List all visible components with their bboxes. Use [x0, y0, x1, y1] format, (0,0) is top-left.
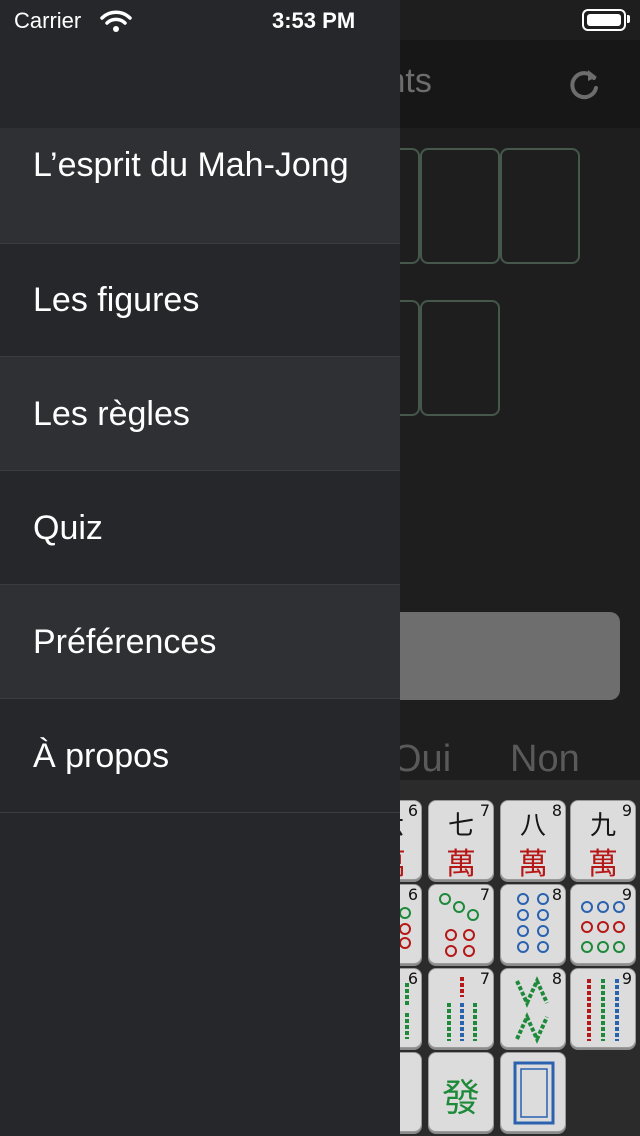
menu-item-esprit[interactable]: L’esprit du Mah-Jong: [0, 128, 400, 244]
menu-item-label: Les règles: [33, 395, 190, 433]
menu-item-preferences[interactable]: Préférences: [0, 585, 400, 699]
circles-icon: [581, 901, 625, 953]
tile-glyph: 八: [519, 811, 546, 841]
tile-bamboo-7[interactable]: 7: [428, 968, 494, 1048]
tile-bamboo-9[interactable]: 9: [570, 968, 636, 1048]
bamboo-icon: [587, 979, 619, 1041]
tile-glyph: 九: [589, 811, 616, 841]
tile-palette: 6 六 萬 7 七 萬 8 八 萬 9 九 萬 6: [360, 780, 640, 1136]
menu-item-label: Quiz: [33, 509, 103, 547]
circles-icon: [517, 893, 549, 953]
tile-slot[interactable]: [500, 148, 580, 264]
menu-item-a-propos[interactable]: À propos: [0, 699, 400, 813]
white-dragon-frame-icon: [513, 1061, 555, 1125]
battery-icon: [582, 9, 626, 31]
tile-character-7[interactable]: 7 七 萬: [428, 800, 494, 880]
tile-green-dragon[interactable]: 發: [428, 1052, 494, 1132]
background-action-button[interactable]: [380, 612, 620, 700]
wan-glyph: 萬: [518, 847, 548, 880]
refresh-icon[interactable]: [566, 66, 602, 102]
circles-icon: [439, 893, 479, 957]
tile-character-9[interactable]: 9 九 萬: [570, 800, 636, 880]
tile-glyph: 七: [447, 811, 474, 841]
tile-slot[interactable]: [420, 300, 500, 416]
battery-tip: [627, 15, 630, 23]
menu-item-figures[interactable]: Les figures: [0, 244, 400, 357]
tile-circle-8[interactable]: 8: [500, 884, 566, 964]
status-time: 3:53 PM: [272, 8, 356, 33]
answer-yes-button[interactable]: Oui: [392, 738, 451, 781]
bamboo-icon: [447, 977, 477, 1041]
menu-item-label: À propos: [33, 737, 170, 775]
tile-white-dragon[interactable]: [500, 1052, 566, 1132]
menu-item-label: Préférences: [33, 623, 217, 661]
tile-slot[interactable]: [420, 148, 500, 264]
bamboo-icon: [515, 976, 549, 1044]
menu-item-label: Les figures: [33, 281, 200, 319]
menu-item-quiz[interactable]: Quiz: [0, 471, 400, 585]
tile-bamboo-8[interactable]: 8: [500, 968, 566, 1048]
tile-circle-7[interactable]: 7: [428, 884, 494, 964]
answer-no-button[interactable]: Non: [510, 738, 580, 781]
menu-item-regles[interactable]: Les règles: [0, 357, 400, 471]
carrier-label: Carrier: [14, 8, 82, 33]
wan-glyph: 萬: [588, 847, 618, 880]
tile-circle-9[interactable]: 9: [570, 884, 636, 964]
status-bar: Carrier 3:53 PM: [0, 0, 640, 40]
wifi-icon: [100, 10, 132, 32]
side-menu-drawer: L’esprit du Mah-Jong Les figures Les règ…: [0, 0, 400, 1136]
green-dragon-glyph: 發: [441, 1076, 480, 1120]
menu-item-label: L’esprit du Mah-Jong: [33, 146, 349, 184]
wan-glyph: 萬: [446, 847, 476, 880]
tile-character-8[interactable]: 8 八 萬: [500, 800, 566, 880]
battery-level: [587, 14, 621, 26]
